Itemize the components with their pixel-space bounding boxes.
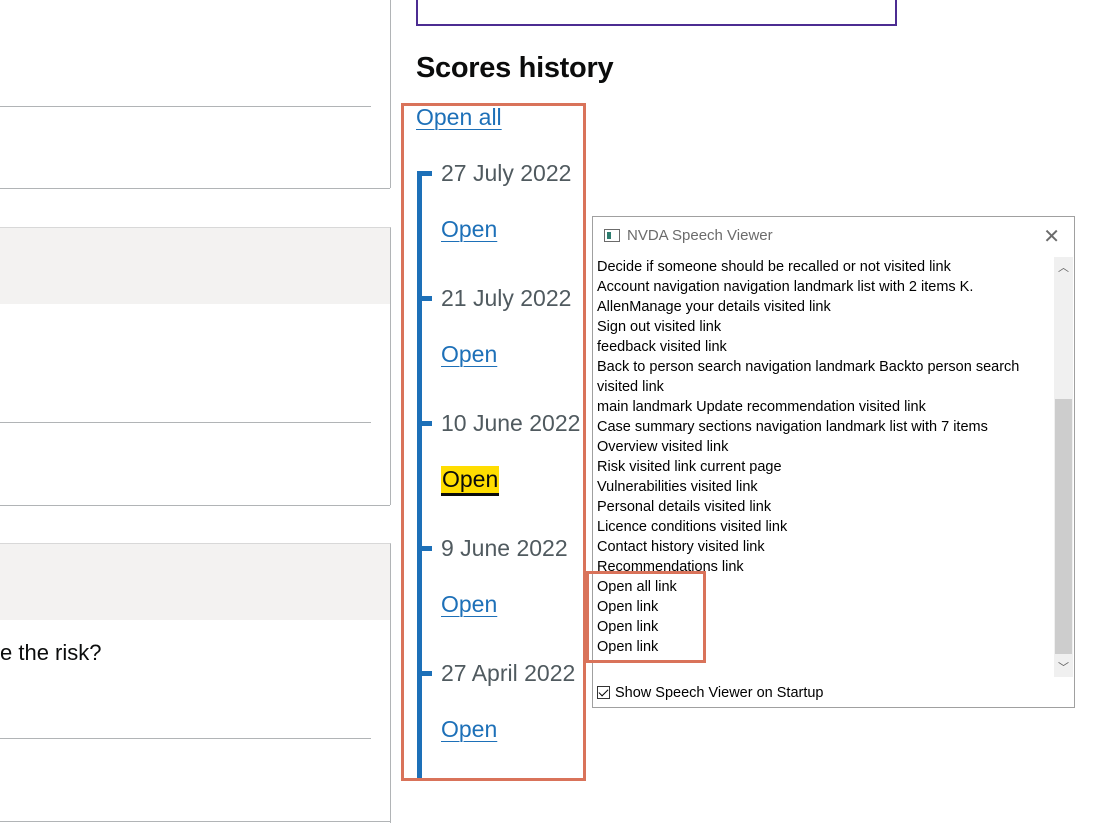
timeline-tick [417,671,432,676]
timeline-open-link[interactable]: Open [441,591,497,618]
nvda-log-line: Open all link [597,579,677,595]
nvda-speech-log[interactable]: Decide if someone should be recalled or … [596,257,1054,677]
chevron-up-icon[interactable]: ︿ [1054,259,1073,275]
nvda-log-line: Recommendations link [597,559,744,575]
nvda-log-line: main landmark Update recommendation visi… [597,399,926,415]
timeline-date: 27 April 2022 [441,660,576,686]
chevron-down-icon[interactable]: ﹀ [1054,659,1073,675]
left-panel-divider [0,188,390,189]
nvda-log-line: Overview visited link [597,439,729,455]
nvda-log-line: Back to person search navigation landmar… [597,359,1020,375]
timeline-tick [417,421,432,426]
nvda-app-icon [604,229,620,242]
show-on-startup-checkbox[interactable]: Show Speech Viewer on Startup [597,684,824,704]
timeline-date: 9 June 2022 [441,535,568,561]
timeline-bar [417,171,422,780]
left-panel-question-text: e the risk? [0,640,102,665]
scrollbar-thumb[interactable] [1055,399,1072,654]
nvda-title-bar[interactable]: NVDA Speech Viewer ✕ [593,217,1074,255]
timeline-date: 21 July 2022 [441,285,572,311]
nvda-log-line: Open link [597,599,659,615]
left-panel-card-header [0,543,391,620]
nvda-log-line: AllenManage your details visited link [597,299,831,315]
nvda-log-line: Sign out visited link [597,319,722,335]
timeline-tick [417,546,432,551]
open-all-link[interactable]: Open all [416,104,502,131]
nvda-log-line: Vulnerabilities visited link [597,479,758,495]
nvda-log-line: visited link [597,379,664,395]
left-panel-divider [0,505,390,506]
left-panel-divider [0,821,390,822]
timeline-tick [417,171,432,176]
timeline-tick [417,296,432,301]
nvda-scrollbar[interactable]: ︿ ﹀ [1054,257,1073,677]
left-panel-card-2 [0,303,391,505]
timeline-date: 27 July 2022 [441,160,572,186]
nvda-log-line: Personal details visited link [597,499,772,515]
timeline-open-link-focused[interactable]: Open [441,466,500,493]
checkbox-checked-icon[interactable] [597,686,610,699]
recommendation-panel [416,0,897,26]
show-on-startup-label: Show Speech Viewer on Startup [615,685,824,701]
close-icon[interactable]: ✕ [1043,224,1060,249]
nvda-log-line: feedback visited link [597,339,727,355]
left-panel-divider [0,738,371,739]
timeline-date: 10 June 2022 [441,410,581,436]
left-panel-divider [0,106,371,107]
timeline-open-link[interactable]: Open [441,341,497,368]
nvda-log-line: Decide if someone should be recalled or … [597,259,951,275]
scores-history-heading: Scores history [416,52,614,84]
nvda-log-line: Open link [597,619,659,635]
timeline-open-link[interactable]: Open [441,716,497,743]
left-panel-card-1 [0,0,391,188]
nvda-log-line: Case summary sections navigation landmar… [597,419,988,435]
nvda-window-title: NVDA Speech Viewer [627,227,773,244]
nvda-log-line: Licence conditions visited link [597,519,788,535]
left-panel-card-header [0,227,391,304]
nvda-log-line: Contact history visited link [597,539,765,555]
nvda-log-line: Risk visited link current page [597,459,782,475]
nvda-speech-viewer-window[interactable]: NVDA Speech Viewer ✕ Decide if someone s… [592,216,1075,708]
nvda-log-line: Open link [597,639,659,655]
left-panel-divider [0,422,371,423]
nvda-log-line: Account navigation navigation landmark l… [597,279,974,295]
timeline-open-link[interactable]: Open [441,216,497,243]
